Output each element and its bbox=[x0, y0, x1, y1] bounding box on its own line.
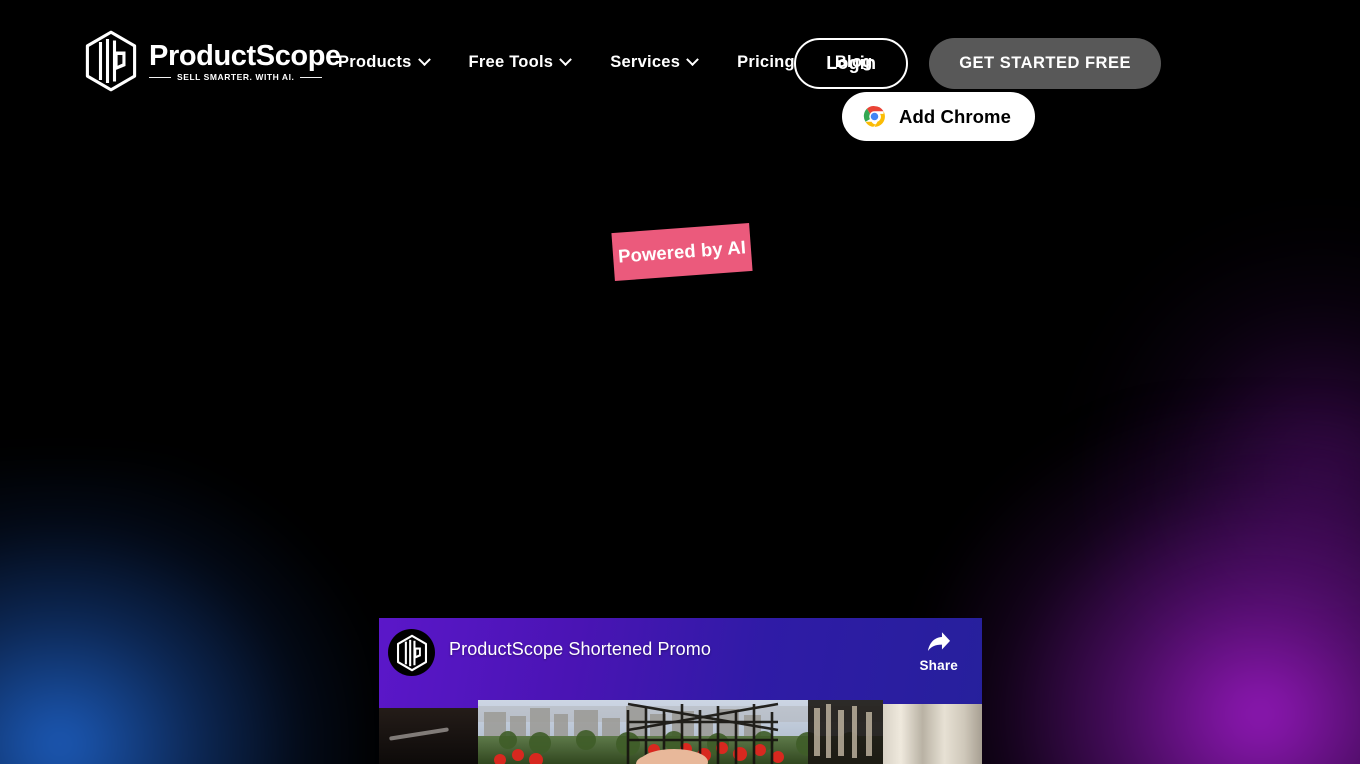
chevron-down-icon bbox=[559, 53, 573, 67]
background-glow-blue bbox=[0, 464, 370, 764]
main-navigation: Products Free Tools Services Pricing Blo… bbox=[338, 53, 873, 72]
chevron-down-icon bbox=[686, 53, 700, 67]
logo-wordmark: ProductScope SELL SMARTER. WITH AI. bbox=[149, 40, 341, 82]
background-glow-purple-soft bbox=[1080, 224, 1360, 644]
brand-tagline-row: SELL SMARTER. WITH AI. bbox=[149, 73, 341, 82]
login-button[interactable]: Login bbox=[794, 38, 909, 89]
chevron-down-icon bbox=[417, 53, 431, 67]
brand-tagline: SELL SMARTER. WITH AI. bbox=[177, 72, 295, 83]
powered-by-ai-label: Powered by AI bbox=[617, 236, 747, 267]
nav-label-services: Services bbox=[610, 53, 681, 71]
nav-label-free-tools: Free Tools bbox=[468, 53, 554, 71]
background-glow-purple bbox=[930, 414, 1360, 764]
brand-name: ProductScope bbox=[149, 40, 341, 73]
logo-home-link[interactable]: ProductScope SELL SMARTER. WITH AI. bbox=[84, 30, 341, 92]
nav-item-free-tools[interactable]: Free Tools bbox=[468, 53, 573, 72]
tagline-rule-left bbox=[149, 77, 171, 78]
productscope-hexagon-logo-icon bbox=[85, 30, 137, 92]
video-scene-illustration bbox=[478, 700, 883, 764]
site-header: ProductScope SELL SMARTER. WITH AI. Prod… bbox=[0, 0, 1360, 141]
nav-label-products: Products bbox=[338, 53, 412, 71]
productscope-channel-avatar-icon bbox=[396, 634, 427, 671]
get-started-free-button[interactable]: GET STARTED FREE bbox=[929, 38, 1161, 89]
nav-item-products[interactable]: Products bbox=[338, 53, 431, 72]
video-title[interactable]: ProductScope Shortened Promo bbox=[449, 639, 711, 660]
video-share-label: Share bbox=[919, 658, 958, 673]
tagline-rule-right bbox=[300, 77, 323, 78]
video-frame-right-edge bbox=[883, 704, 982, 764]
nav-item-pricing[interactable]: Pricing bbox=[737, 53, 795, 72]
nav-label-pricing: Pricing bbox=[737, 53, 795, 71]
header-actions: Login GET STARTED FREE bbox=[794, 38, 1161, 89]
video-channel-avatar[interactable] bbox=[388, 629, 435, 676]
add-chrome-label: Add Chrome bbox=[899, 105, 1011, 127]
video-thumbnail-frame[interactable] bbox=[478, 700, 883, 764]
youtube-video-player[interactable]: ProductScope Shortened Promo Share bbox=[379, 618, 982, 764]
add-chrome-button[interactable]: Add Chrome bbox=[842, 92, 1035, 141]
share-arrow-icon bbox=[928, 632, 951, 651]
video-share-button[interactable]: Share bbox=[919, 630, 958, 673]
nav-item-services[interactable]: Services bbox=[610, 53, 700, 72]
powered-by-ai-badge: Powered by AI bbox=[611, 223, 753, 281]
page-root: ProductScope SELL SMARTER. WITH AI. Prod… bbox=[0, 0, 1360, 764]
video-frame-left-edge bbox=[379, 708, 478, 764]
chrome-logo-icon bbox=[863, 106, 885, 127]
